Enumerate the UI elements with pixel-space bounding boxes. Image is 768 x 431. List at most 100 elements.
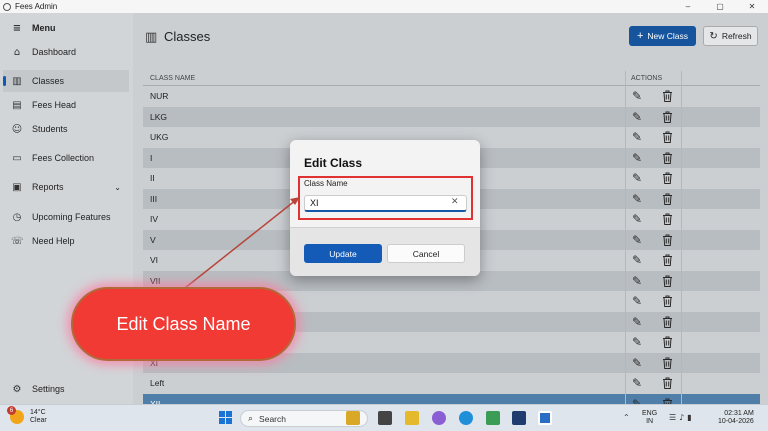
sidebar-item-fees-head[interactable]: ▤ Fees Head [3, 94, 129, 116]
sidebar-item-fees-collection[interactable]: ▭ Fees Collection [3, 147, 129, 169]
books-icon: ▥ [145, 30, 158, 45]
task-view-icon[interactable] [378, 411, 392, 425]
phone-icon: ☏ [11, 235, 24, 247]
windows-start-icon[interactable] [219, 411, 232, 424]
clock-time: 02:31 AM [724, 410, 754, 417]
language-indicator[interactable]: ENG IN [642, 410, 657, 426]
close-button[interactable]: ✕ [736, 0, 768, 13]
edit-pencil-icon[interactable]: ✎ [630, 294, 644, 308]
maximize-button[interactable]: ▢ [704, 0, 736, 13]
students-icon: ☺ [11, 123, 23, 135]
column-divider [681, 71, 682, 404]
delete-trash-icon[interactable] [660, 294, 674, 308]
new-class-button[interactable]: + New Class [629, 26, 696, 46]
lang-line-2: IN [646, 418, 654, 425]
fees-head-icon: ▤ [12, 99, 22, 111]
column-header-actions: ACTIONS [631, 74, 663, 82]
sidebar-item-students[interactable]: ☺ Students [3, 118, 129, 140]
table-header: CLASS NAME ACTIONS [143, 71, 760, 86]
refresh-label: Refresh [721, 31, 752, 41]
sidebar-item-classes[interactable]: ▥ Classes [3, 70, 129, 92]
edit-pencil-icon[interactable]: ✎ [630, 212, 644, 226]
chevron-down-icon[interactable]: ⌄ [114, 183, 121, 192]
table-row[interactable]: LKG ✎ [143, 106, 760, 127]
clock[interactable]: 02:31 AM 10-04-2026 [718, 410, 754, 426]
books-icon: ▥ [12, 75, 22, 87]
edit-pencil-icon[interactable]: ✎ [630, 274, 644, 288]
weather-text: 14°C Clear [30, 409, 47, 425]
delete-trash-icon[interactable] [660, 356, 674, 370]
edit-pencil-icon[interactable]: ✎ [630, 151, 644, 165]
sidebar-item-upcoming-features[interactable]: ◷ Upcoming Features [3, 206, 129, 228]
cancel-button[interactable]: Cancel [387, 244, 465, 263]
weather-temp: 14°C [30, 409, 46, 416]
store-icon[interactable] [512, 411, 526, 425]
widgets-app-icon[interactable] [346, 411, 360, 425]
refresh-icon: ↻ [709, 30, 718, 42]
delete-trash-icon[interactable] [660, 315, 674, 329]
edit-pencil-icon[interactable]: ✎ [630, 233, 644, 247]
edit-pencil-icon[interactable]: ✎ [630, 376, 644, 390]
edit-pencil-icon[interactable]: ✎ [630, 110, 644, 124]
sidebar-item-settings[interactable]: ⚙ Settings [3, 378, 129, 400]
lang-line-1: ENG [642, 410, 658, 417]
sidebar-item-label: Settings [32, 384, 65, 394]
edit-pencil-icon[interactable]: ✎ [630, 89, 644, 103]
delete-trash-icon[interactable] [660, 192, 674, 206]
delete-trash-icon[interactable] [660, 110, 674, 124]
delete-trash-icon[interactable] [660, 335, 674, 349]
delete-trash-icon[interactable] [660, 274, 674, 288]
edit-class-name-callout: Edit Class Name [71, 287, 296, 361]
home-icon: ⌂ [13, 46, 21, 58]
notification-badge: 6 [7, 406, 16, 415]
copilot-icon[interactable] [432, 411, 446, 425]
sidebar-item-label: Students [32, 124, 68, 134]
sidebar-item-reports[interactable]: ▣ Reports ⌄ [3, 176, 129, 198]
delete-trash-icon[interactable] [660, 130, 674, 144]
file-explorer-icon[interactable] [405, 411, 419, 425]
table-row[interactable]: Left ✎ [143, 373, 760, 394]
sidebar-item-label: Fees Head [32, 100, 77, 110]
fees-collection-icon: ▭ [12, 152, 22, 164]
delete-trash-icon[interactable] [660, 253, 674, 267]
window-title: Fees Admin [15, 2, 58, 11]
sidebar-item-need-help[interactable]: ☏ Need Help [3, 230, 129, 252]
delete-trash-icon[interactable] [660, 212, 674, 226]
title-bar: Fees Admin – ▢ ✕ [0, 0, 768, 13]
app-icon-green[interactable] [486, 411, 500, 425]
page-header: ▥ Classes + New Class ↻ Refresh [133, 13, 768, 65]
delete-trash-icon[interactable] [660, 376, 674, 390]
delete-trash-icon[interactable] [660, 233, 674, 247]
refresh-button[interactable]: ↻ Refresh [703, 26, 758, 46]
tray-chevron-up-icon[interactable]: ⌃ [623, 413, 630, 422]
delete-trash-icon[interactable] [660, 171, 674, 185]
edit-pencil-icon[interactable]: ✎ [630, 356, 644, 370]
edit-pencil-icon[interactable]: ✎ [630, 315, 644, 329]
edit-pencil-icon[interactable]: ✎ [630, 335, 644, 349]
tray-status-icons[interactable]: ☰♪▮ [669, 413, 695, 422]
edit-pencil-icon[interactable]: ✎ [630, 171, 644, 185]
class-name-cell: VII [150, 275, 161, 286]
table-row[interactable]: NUR ✎ [143, 86, 760, 107]
sidebar-item-label: Need Help [32, 236, 75, 246]
sidebar-item-dashboard[interactable]: ⌂ Dashboard [3, 41, 129, 63]
column-header-class-name: CLASS NAME [150, 74, 196, 82]
highlight-box [298, 176, 473, 220]
dialog-title: Edit Class [304, 156, 363, 170]
menu-toggle[interactable]: ≡ Menu [3, 17, 129, 39]
weather-widget[interactable]: 6 14°C Clear [7, 406, 47, 425]
weather-desc: Clear [30, 417, 47, 424]
update-button[interactable]: Update [304, 244, 382, 263]
delete-trash-icon[interactable] [660, 89, 674, 103]
search-icon: ⌕ [248, 413, 254, 424]
edit-pencil-icon[interactable]: ✎ [630, 253, 644, 267]
class-name-cell: LKG [150, 111, 168, 122]
menu-label: Menu [32, 23, 56, 33]
edit-pencil-icon[interactable]: ✎ [630, 192, 644, 206]
delete-trash-icon[interactable] [660, 151, 674, 165]
edge-browser-icon[interactable] [459, 411, 473, 425]
sidebar-item-label: Reports [32, 182, 64, 192]
fees-admin-app-icon[interactable] [538, 411, 552, 425]
edit-pencil-icon[interactable]: ✎ [630, 130, 644, 144]
minimize-button[interactable]: – [672, 0, 704, 13]
